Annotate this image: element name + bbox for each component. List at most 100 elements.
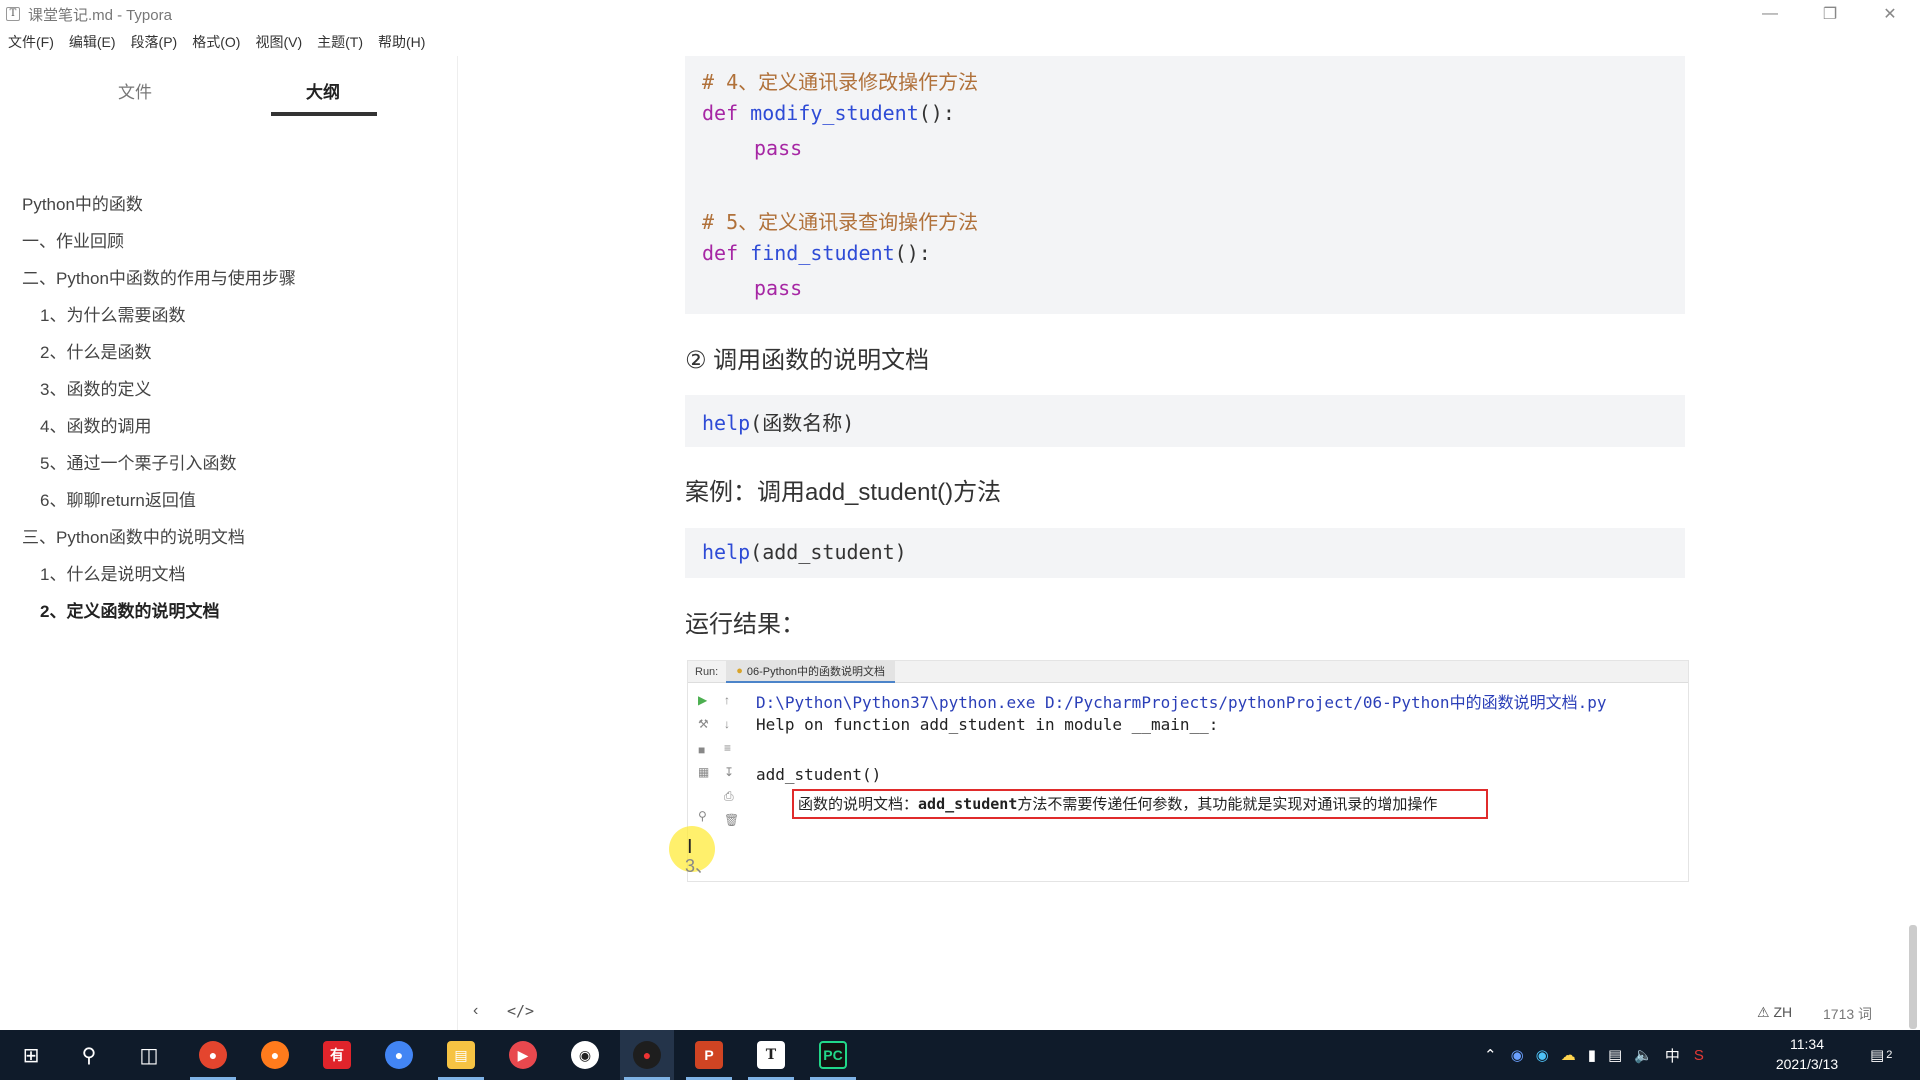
sogou-icon[interactable]: S: [1694, 1047, 1704, 1064]
layout-icon: ▦: [698, 765, 710, 779]
heading-call-doc: ② 调用函数的说明文档: [685, 347, 930, 374]
screen-recorder-icon[interactable]: ▶: [496, 1030, 550, 1080]
code-block-functions[interactable]: # 4、定义通讯录修改操作方法 def modify_student(): pa…: [685, 56, 1685, 314]
chrome-alt-icon[interactable]: ●: [372, 1030, 426, 1080]
close-icon[interactable]: ✕: [1860, 0, 1920, 28]
typora-icon[interactable]: T: [744, 1030, 798, 1080]
editor-scrollbar[interactable]: [1909, 925, 1917, 1029]
notification-icon: ▤: [1870, 1047, 1885, 1064]
pycharm-icon[interactable]: PC: [806, 1030, 860, 1080]
code-pass: pass: [754, 276, 803, 300]
battery-icon[interactable]: ▮: [1588, 1046, 1596, 1064]
code-block-help[interactable]: help(函数名称): [685, 395, 1685, 447]
outline-item[interactable]: 一、作业回顾: [22, 227, 124, 252]
code-function-name: help: [702, 540, 751, 564]
status-bar: ‹ </> ⚠ ZH 1713 词: [459, 998, 1920, 1028]
windows-start-icon[interactable]: ⊞: [4, 1030, 58, 1080]
search-icon[interactable]: ⚲: [62, 1030, 116, 1080]
wrap-icon: ≡: [724, 741, 732, 755]
firefox-icon[interactable]: ●: [248, 1030, 302, 1080]
youdao-icon[interactable]: 有: [310, 1030, 364, 1080]
menu-file[interactable]: 文件(F): [8, 30, 54, 54]
menu-paragraph[interactable]: 段落(P): [131, 30, 178, 54]
heading-result: 运行结果：: [685, 611, 805, 638]
code-line-help: help(add_student): [702, 540, 907, 564]
outline-item[interactable]: 三、Python函数中的说明文档: [22, 523, 245, 548]
outline-item[interactable]: 3、函数的定义: [40, 375, 151, 400]
pin-icon: ⚲: [698, 809, 707, 823]
run-help-line: Help on function add_student in module _…: [756, 715, 1219, 734]
task-view-icon[interactable]: ◫: [122, 1030, 176, 1080]
app-circle-icon[interactable]: ◉: [558, 1030, 612, 1080]
volume-icon[interactable]: 🔈: [1634, 1046, 1653, 1064]
notification-center[interactable]: ▤ 2: [1870, 1030, 1892, 1080]
code-comment: # 4、定义通讯录修改操作方法: [702, 70, 979, 94]
sidebar-tabs: 文件 大纲: [0, 56, 457, 120]
outline-item[interactable]: 4、函数的调用: [40, 412, 151, 437]
menu-theme[interactable]: 主题(T): [317, 30, 363, 54]
doc-prefix: 函数的说明文档：: [798, 795, 919, 813]
code-pass: pass: [754, 136, 803, 160]
typora-window: T 课堂笔记.md - Typora — ❐ ✕ 文件(F) 编辑(E) 段落(…: [0, 0, 1920, 1080]
cloud-icon[interactable]: ☁: [1561, 1046, 1576, 1064]
tray-app-icon[interactable]: ◉: [1511, 1046, 1524, 1064]
outline-item[interactable]: 二、Python中函数的作用与使用步骤: [22, 264, 296, 289]
arrow-up-icon: ↑: [724, 693, 730, 707]
code-line-def: def modify_student():: [702, 101, 955, 125]
language-label: ZH: [1773, 1004, 1793, 1020]
source-mode-icon[interactable]: </>: [507, 1002, 534, 1020]
word-count[interactable]: 1713 词: [1823, 1004, 1872, 1024]
menu-format[interactable]: 格式(O): [192, 30, 240, 54]
window-controls: — ❐ ✕: [1740, 0, 1920, 28]
chevron-up-icon[interactable]: ⌃: [1484, 1046, 1497, 1064]
language-indicator[interactable]: ⚠ ZH: [1757, 1004, 1792, 1021]
file-explorer-icon[interactable]: ▤: [434, 1030, 488, 1080]
tab-files[interactable]: 文件: [118, 78, 152, 103]
outline-item[interactable]: Python中的函数: [22, 190, 143, 215]
restore-icon[interactable]: ❐: [1800, 0, 1860, 28]
run-command-line: D:\Python\Python37\python.exe D:/Pycharm…: [756, 693, 1607, 712]
tab-outline[interactable]: 大纲: [306, 78, 340, 103]
network-icon[interactable]: ▤: [1608, 1046, 1622, 1064]
run-header: Run: ● 06-Python中的函数说明文档: [688, 660, 1688, 683]
menu-edit[interactable]: 编辑(E): [69, 30, 116, 54]
run-toolbar: ▶ ↑ ⚒ ↓ ■ ≡ ▦ ↧ ⎙ ⚲ 🗑: [692, 691, 740, 831]
chrome-icon[interactable]: ●: [186, 1030, 240, 1080]
clock-date: 2021/3/13: [1775, 1056, 1839, 1072]
code-args: (add_student): [750, 540, 907, 564]
outline-item-active[interactable]: 2、定义函数的说明文档: [40, 597, 219, 622]
code-block-help-example[interactable]: help(add_student): [685, 528, 1685, 578]
code-line-def: def find_student():: [702, 241, 931, 265]
doc-suffix: 方法不需要传递任何参数，其功能就是实现对通讯录的增加操作: [1017, 795, 1438, 813]
minimize-icon[interactable]: —: [1740, 0, 1800, 28]
tray-app-icon[interactable]: ◉: [1536, 1046, 1549, 1064]
input-method-indicator[interactable]: 中: [1665, 1045, 1680, 1066]
active-tab-indicator: [271, 112, 377, 116]
editor-area[interactable]: # 4、定义通讯录修改操作方法 def modify_student(): pa…: [459, 56, 1920, 1030]
system-clock[interactable]: 11:34 2021/3/13: [1762, 1034, 1852, 1074]
powerpoint-icon[interactable]: P: [682, 1030, 736, 1080]
stop-icon: ■: [698, 743, 706, 757]
python-file-icon: ●: [736, 664, 743, 677]
outline-item[interactable]: 1、什么是说明文档: [40, 560, 185, 585]
run-label: Run:: [695, 665, 719, 678]
typora-app-icon: T: [6, 7, 20, 21]
toggle-sidebar-icon[interactable]: ‹: [473, 1002, 478, 1020]
clock-time: 11:34: [1790, 1036, 1824, 1052]
arrow-down-icon: ↓: [724, 717, 730, 731]
record-icon[interactable]: ●: [620, 1030, 674, 1080]
doc-function-name: add_student: [918, 795, 1018, 813]
menu-bar: 文件(F) 编辑(E) 段落(P) 格式(O) 视图(V) 主题(T) 帮助(H…: [0, 30, 440, 54]
outline-item[interactable]: 2、什么是函数: [40, 338, 151, 363]
code-comment: # 5、定义通讯录查询操作方法: [702, 210, 979, 234]
menu-help[interactable]: 帮助(H): [378, 30, 425, 54]
outline-item[interactable]: 1、为什么需要函数: [40, 301, 185, 326]
play-icon: ▶: [698, 693, 708, 707]
menu-view[interactable]: 视图(V): [255, 30, 302, 54]
code-keyword: def: [702, 101, 739, 125]
outline-item[interactable]: 6、聊聊return返回值: [40, 486, 196, 511]
window-title: 课堂笔记.md - Typora: [28, 6, 172, 24]
outline-item[interactable]: 5、通过一个栗子引入函数: [40, 449, 236, 474]
run-tab-label: 06-Python中的函数说明文档: [746, 665, 886, 678]
heading-case: 案例：调用add_student()方法: [685, 479, 1002, 506]
